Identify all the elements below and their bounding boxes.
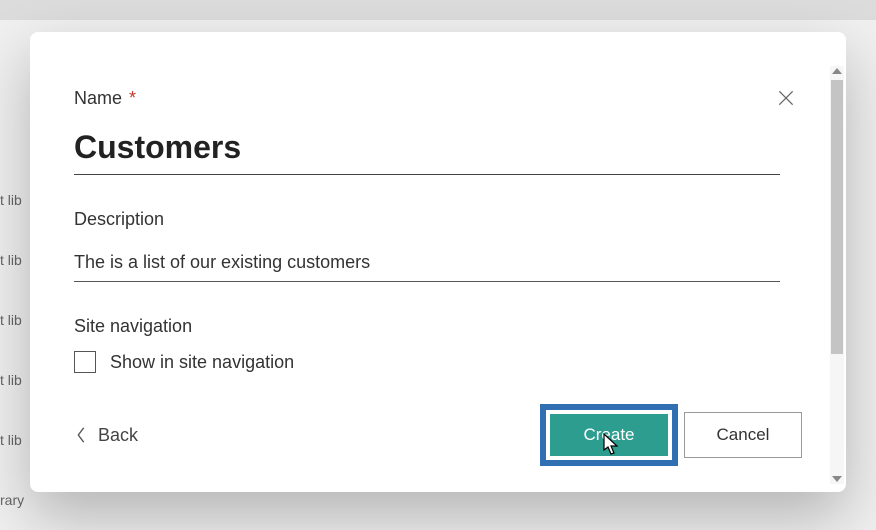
name-label-text: Name [74,88,122,108]
create-button-highlight: Create [540,404,678,466]
modal-content: Name * Description Site navigation Show … [30,32,846,492]
required-asterisk: * [129,88,136,108]
description-input[interactable] [74,244,780,282]
back-button[interactable]: Back [74,425,138,446]
show-in-nav-checkbox[interactable] [74,351,96,373]
modal-overlay: Name * Description Site navigation Show … [0,0,876,522]
name-input[interactable] [74,123,780,175]
site-navigation-section: Site navigation Show in site navigation [74,316,802,373]
site-navigation-label: Site navigation [74,316,802,337]
chevron-left-icon [74,426,88,444]
close-icon [776,88,796,108]
show-in-nav-label: Show in site navigation [110,352,294,373]
back-label: Back [98,425,138,446]
description-label: Description [74,209,802,230]
create-list-modal: Name * Description Site navigation Show … [30,32,846,492]
name-label: Name * [74,88,802,109]
modal-footer: Back Create Cancel [74,404,802,466]
scroll-up-icon[interactable] [832,68,842,74]
close-button[interactable] [776,88,800,112]
scroll-thumb[interactable] [831,80,843,354]
description-field-group: Description [74,209,802,282]
show-in-nav-row: Show in site navigation [74,351,802,373]
create-button[interactable]: Create [550,414,668,456]
scroll-down-icon[interactable] [832,476,842,482]
name-field-group: Name * [74,88,802,175]
action-buttons: Create Cancel [540,404,802,466]
cancel-button[interactable]: Cancel [684,412,802,458]
scrollbar[interactable] [830,66,844,484]
